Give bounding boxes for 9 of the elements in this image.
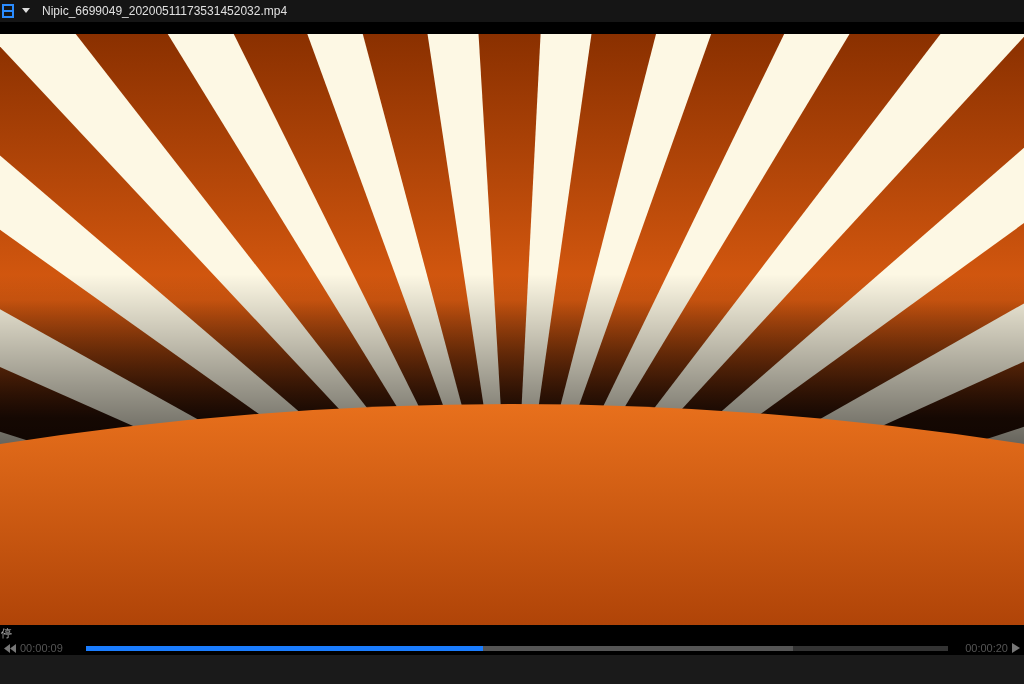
play-icon[interactable] [1012, 643, 1020, 653]
layout-icon[interactable] [2, 4, 14, 18]
elapsed-time: 00:00:09 [20, 640, 64, 656]
rewind-icon[interactable] [4, 643, 16, 653]
window-title: Nipic_6699049_20200511173531452032.mp4 [42, 3, 288, 20]
progress-track[interactable] [86, 645, 948, 651]
playback-status: 停 [1, 625, 12, 641]
caret-icon[interactable] [22, 8, 30, 14]
duration-time: 00:00:20 [964, 640, 1008, 656]
